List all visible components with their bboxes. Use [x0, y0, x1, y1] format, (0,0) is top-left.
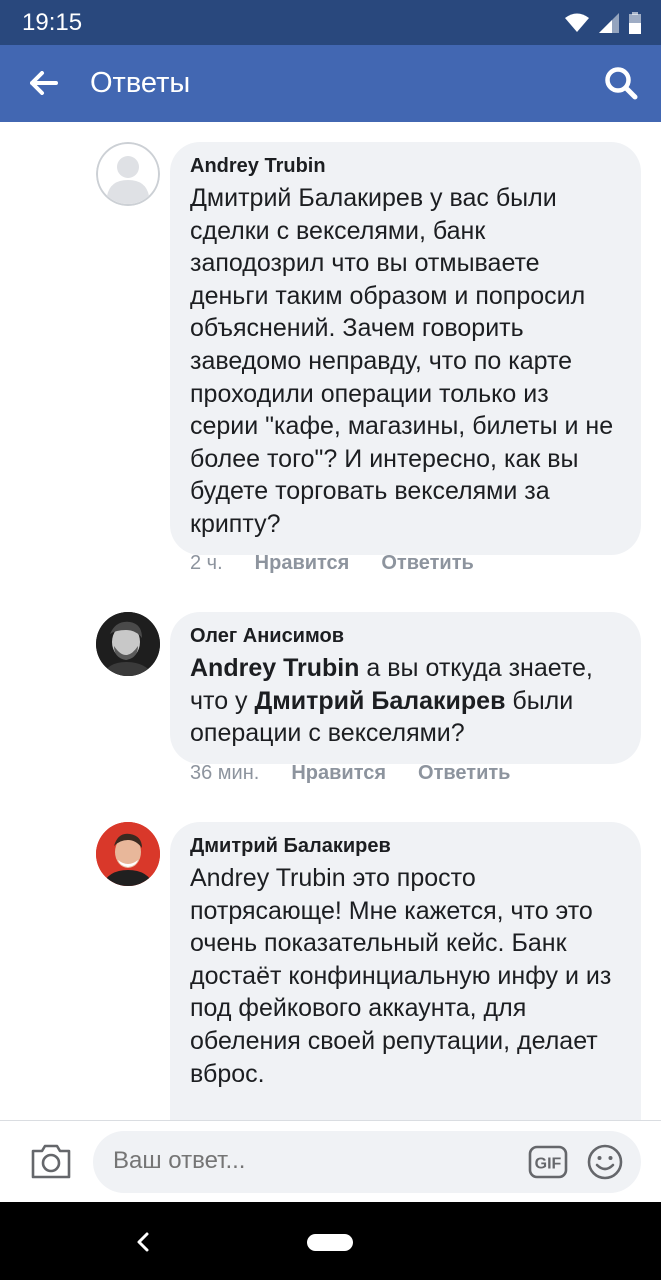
like-button[interactable]: Нравится — [291, 762, 386, 785]
system-nav-bar — [0, 1202, 661, 1280]
system-back-button[interactable] — [130, 1228, 156, 1256]
wifi-icon — [565, 13, 589, 32]
avatar[interactable] — [96, 822, 160, 886]
mention-link[interactable]: Дмитрий Балакирев — [255, 687, 506, 715]
camera-icon — [31, 1144, 71, 1179]
system-home-button[interactable] — [307, 1234, 353, 1251]
default-avatar-icon — [96, 142, 160, 206]
user-photo-icon — [96, 822, 160, 886]
reply-input[interactable] — [113, 1147, 493, 1175]
emoji-icon — [587, 1144, 623, 1180]
status-bar: 19:15 — [0, 0, 661, 45]
reply-button[interactable]: Ответить — [418, 762, 510, 785]
comment-text: Andrey Trubin а вы откуда знаете, что у … — [190, 654, 593, 748]
comment-bubble[interactable]: Олег Анисимов Andrey Trubin а вы откуда … — [170, 612, 641, 764]
comment-bubble[interactable]: Дмитрий Балакирев Andrey Trubin это прос… — [170, 822, 641, 1120]
comment-actions: 36 мин. Нравится Ответить — [190, 762, 542, 785]
gif-icon: GIF — [528, 1145, 568, 1179]
comment-text: Andrey Trubin это просто потрясающе! Мне… — [190, 864, 612, 1088]
status-time: 19:15 — [22, 9, 83, 36]
comment-author[interactable]: Дмитрий Балакирев — [190, 834, 621, 858]
comment-author[interactable]: Олег Анисимов — [190, 624, 621, 648]
back-button[interactable] — [20, 63, 68, 103]
avatar[interactable] — [96, 612, 160, 676]
gif-button[interactable]: GIF — [528, 1145, 568, 1179]
search-button[interactable] — [599, 61, 643, 105]
app-bar: Ответы — [0, 45, 661, 122]
emoji-button[interactable] — [587, 1144, 623, 1180]
mention-link[interactable]: Andrey Trubin — [190, 654, 359, 682]
arrow-left-icon — [30, 71, 58, 95]
svg-text:GIF: GIF — [535, 1156, 562, 1173]
like-button[interactable]: Нравится — [255, 552, 350, 575]
search-icon — [605, 67, 638, 100]
battery-icon — [629, 12, 641, 34]
camera-button[interactable] — [30, 1141, 72, 1181]
comments-list[interactable]: Andrey Trubin Дмитрий Балакирев у вас бы… — [0, 122, 661, 1120]
reply-button[interactable]: Ответить — [381, 552, 473, 575]
status-icons — [565, 12, 641, 34]
comment-text: Дмитрий Балакирев у вас были сделки с ве… — [190, 184, 614, 538]
user-photo-icon — [96, 612, 160, 676]
page-title: Ответы — [90, 67, 191, 99]
signal-icon — [599, 13, 619, 33]
comment-time: 36 мин. — [190, 762, 260, 784]
reply-field[interactable]: GIF — [93, 1131, 641, 1193]
chevron-left-icon — [137, 1232, 149, 1252]
comment-author[interactable]: Andrey Trubin — [190, 154, 621, 178]
avatar[interactable] — [96, 142, 160, 206]
comment-bubble[interactable]: Andrey Trubin Дмитрий Балакирев у вас бы… — [170, 142, 641, 555]
comment-actions: 2 ч. Нравится Ответить — [190, 552, 506, 575]
comment-time: 2 ч. — [190, 552, 223, 574]
reply-composer: GIF — [0, 1120, 661, 1202]
